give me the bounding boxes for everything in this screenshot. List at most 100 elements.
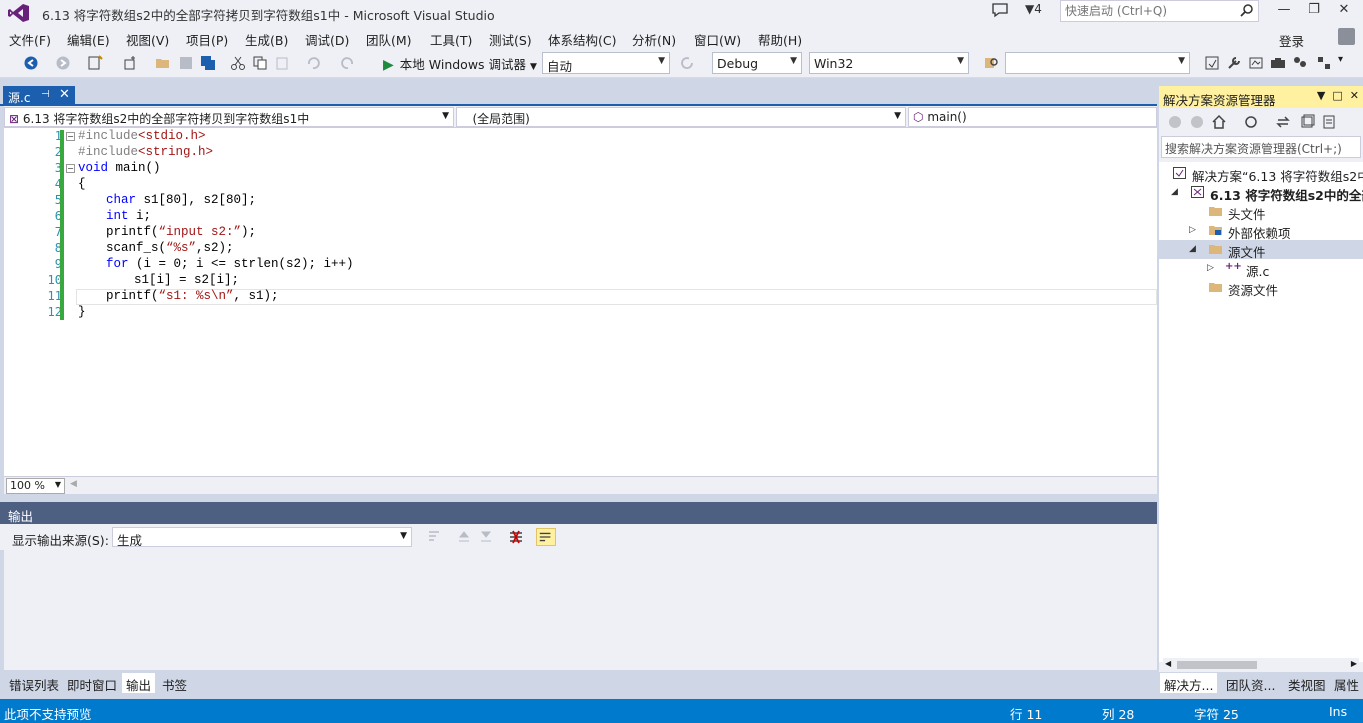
tab-class-view[interactable]: 类视图 bbox=[1284, 673, 1330, 693]
start-debugging-button[interactable]: ▶ 本地 Windows 调试器 ▼ bbox=[383, 54, 537, 73]
output-text-area[interactable] bbox=[4, 550, 1157, 670]
code-editor[interactable]: 1 2 3 4 5 6 7 8 9 10 11 12 − − #include<… bbox=[4, 128, 1157, 476]
solution-search-input[interactable]: 搜索解决方案资源管理器(Ctrl+;) bbox=[1161, 136, 1361, 158]
chevron-down-icon[interactable]: ▼ bbox=[1317, 89, 1325, 102]
horizontal-scrollbar[interactable]: ◀ ▶ bbox=[1163, 658, 1359, 672]
menu-window[interactable]: 窗口(W) bbox=[694, 30, 741, 49]
close-button[interactable]: ✕ bbox=[1331, 2, 1357, 20]
collapsed-arrow-icon[interactable]: ▷ bbox=[1207, 263, 1214, 273]
menu-architecture[interactable]: 体系结构(C) bbox=[548, 30, 616, 49]
properties-icon[interactable] bbox=[1248, 55, 1264, 71]
tab-solution-explorer[interactable]: 解决方... bbox=[1160, 673, 1218, 693]
copy-icon[interactable] bbox=[252, 55, 268, 71]
pin-icon[interactable]: ⊣ bbox=[41, 89, 50, 100]
tab-source-c[interactable]: 源.c ⊣ ✕ bbox=[3, 86, 75, 106]
menu-debug[interactable]: 调试(D) bbox=[305, 30, 349, 49]
redo-icon[interactable] bbox=[340, 55, 356, 71]
next-message-icon[interactable] bbox=[478, 529, 494, 545]
clear-all-icon[interactable] bbox=[508, 529, 524, 545]
team-explorer-icon[interactable] bbox=[1292, 55, 1308, 71]
tree-item-source-files[interactable]: ◢ 源文件 bbox=[1159, 240, 1363, 260]
menu-project[interactable]: 项目(P) bbox=[186, 30, 228, 49]
project-dropdown[interactable]: ⊠ 6.13 将字符数组s2中的全部字符拷贝到字符数组s1中 ▼ bbox=[4, 107, 454, 127]
menu-team[interactable]: 团队(M) bbox=[366, 30, 412, 49]
forward-icon[interactable] bbox=[1189, 114, 1205, 130]
close-icon[interactable]: ✕ bbox=[59, 87, 70, 102]
save-all-icon[interactable] bbox=[200, 55, 216, 71]
scroll-left-icon[interactable]: ◀ bbox=[70, 479, 77, 489]
collapse-icon[interactable]: − bbox=[66, 164, 75, 173]
show-all-files-icon[interactable] bbox=[1321, 114, 1337, 130]
scope-dropdown[interactable]: (全局范围) ▼ bbox=[456, 107, 906, 127]
zoom-combo[interactable]: 100 % ▼ bbox=[6, 478, 65, 494]
minimize-button[interactable]: — bbox=[1271, 2, 1297, 20]
tab-error-list[interactable]: 错误列表 bbox=[5, 673, 63, 693]
menu-file[interactable]: 文件(F) bbox=[9, 30, 51, 49]
add-item-icon[interactable] bbox=[122, 55, 138, 71]
tree-item-external-dependencies[interactable]: ▷ 外部依赖项 bbox=[1159, 221, 1363, 241]
menu-test[interactable]: 测试(S) bbox=[489, 30, 532, 49]
search-icon[interactable] bbox=[1240, 3, 1254, 17]
tab-team-explorer[interactable]: 团队资... bbox=[1222, 673, 1279, 693]
find-in-files-icon[interactable] bbox=[983, 55, 999, 71]
solution-explorer-icon[interactable] bbox=[1204, 55, 1220, 71]
menu-tools[interactable]: 工具(T) bbox=[430, 30, 472, 49]
collapse-all-icon[interactable] bbox=[1299, 114, 1315, 130]
menu-analyze[interactable]: 分析(N) bbox=[632, 30, 676, 49]
toolbox-icon[interactable] bbox=[1270, 55, 1286, 71]
back-icon[interactable] bbox=[1167, 114, 1183, 130]
previous-message-icon[interactable] bbox=[456, 529, 472, 545]
tree-item-source-c[interactable]: ▷ ++ 源.c bbox=[1159, 259, 1363, 279]
navigate-back-icon[interactable] bbox=[23, 55, 39, 71]
save-icon[interactable] bbox=[178, 55, 194, 71]
navigate-forward-icon[interactable] bbox=[55, 55, 71, 71]
tree-item-project[interactable]: ◢ 6.13 将字符数组s2中的全部字 bbox=[1159, 183, 1363, 203]
pending-changes-icon[interactable] bbox=[1243, 114, 1259, 130]
undo-icon[interactable] bbox=[305, 55, 321, 71]
expanded-arrow-icon[interactable]: ◢ bbox=[1189, 244, 1196, 254]
tab-properties[interactable]: 属性 bbox=[1330, 673, 1363, 693]
expanded-arrow-icon[interactable]: ◢ bbox=[1171, 187, 1178, 197]
maximize-icon[interactable]: □ bbox=[1332, 89, 1342, 102]
paste-icon[interactable] bbox=[274, 55, 290, 71]
scrollbar-thumb[interactable] bbox=[1177, 661, 1257, 669]
restore-button[interactable]: ❐ bbox=[1301, 2, 1327, 20]
scroll-right-icon[interactable]: ▶ bbox=[1351, 659, 1357, 668]
tree-item-header-files[interactable]: 头文件 bbox=[1159, 202, 1363, 222]
scroll-left-icon[interactable]: ◀ bbox=[1165, 659, 1171, 668]
menu-help[interactable]: 帮助(H) bbox=[758, 30, 802, 49]
tree-item-solution[interactable]: 解决方案“6.13 将字符数组s2中 bbox=[1159, 164, 1363, 184]
collapse-icon[interactable]: − bbox=[66, 132, 75, 141]
tab-bookmarks[interactable]: 书签 bbox=[158, 673, 191, 693]
cut-icon[interactable] bbox=[230, 55, 246, 71]
wrench-icon[interactable] bbox=[1226, 55, 1242, 71]
word-wrap-icon[interactable] bbox=[536, 528, 556, 546]
account-icon[interactable] bbox=[1338, 28, 1355, 45]
refresh-icon[interactable] bbox=[679, 55, 695, 71]
solution-config-combo[interactable]: 自动 ▼ bbox=[542, 52, 670, 74]
close-icon[interactable]: ✕ bbox=[1350, 89, 1359, 102]
configuration-combo[interactable]: Debug ▼ bbox=[712, 52, 802, 74]
member-dropdown[interactable]: ⬡ main() bbox=[908, 107, 1157, 127]
toolbar-overflow-icon[interactable]: ▾ bbox=[1338, 54, 1343, 65]
quick-launch-input[interactable] bbox=[1065, 2, 1240, 20]
menu-edit[interactable]: 编辑(E) bbox=[67, 30, 110, 49]
find-combo[interactable]: ▼ bbox=[1005, 52, 1190, 74]
home-icon[interactable] bbox=[1211, 114, 1227, 130]
tree-item-resource-files[interactable]: 资源文件 bbox=[1159, 278, 1363, 298]
platform-combo[interactable]: Win32 ▼ bbox=[809, 52, 969, 74]
sync-icon[interactable] bbox=[1275, 114, 1291, 130]
feedback-flag[interactable]: ▼4 bbox=[1025, 2, 1042, 16]
collapsed-arrow-icon[interactable]: ▷ bbox=[1189, 225, 1196, 235]
notification-icon[interactable] bbox=[991, 2, 1009, 18]
find-message-icon[interactable] bbox=[426, 529, 442, 545]
class-view-icon[interactable] bbox=[1316, 55, 1332, 71]
tab-immediate-window[interactable]: 即时窗口 bbox=[63, 673, 121, 693]
output-source-combo[interactable]: 生成 ▼ bbox=[112, 527, 412, 548]
tab-output[interactable]: 输出 bbox=[122, 673, 156, 693]
open-file-icon[interactable] bbox=[155, 55, 171, 71]
quick-launch-box[interactable] bbox=[1060, 0, 1259, 22]
menu-build[interactable]: 生成(B) bbox=[245, 30, 288, 49]
menu-view[interactable]: 视图(V) bbox=[126, 30, 169, 49]
new-project-icon[interactable] bbox=[87, 55, 103, 71]
